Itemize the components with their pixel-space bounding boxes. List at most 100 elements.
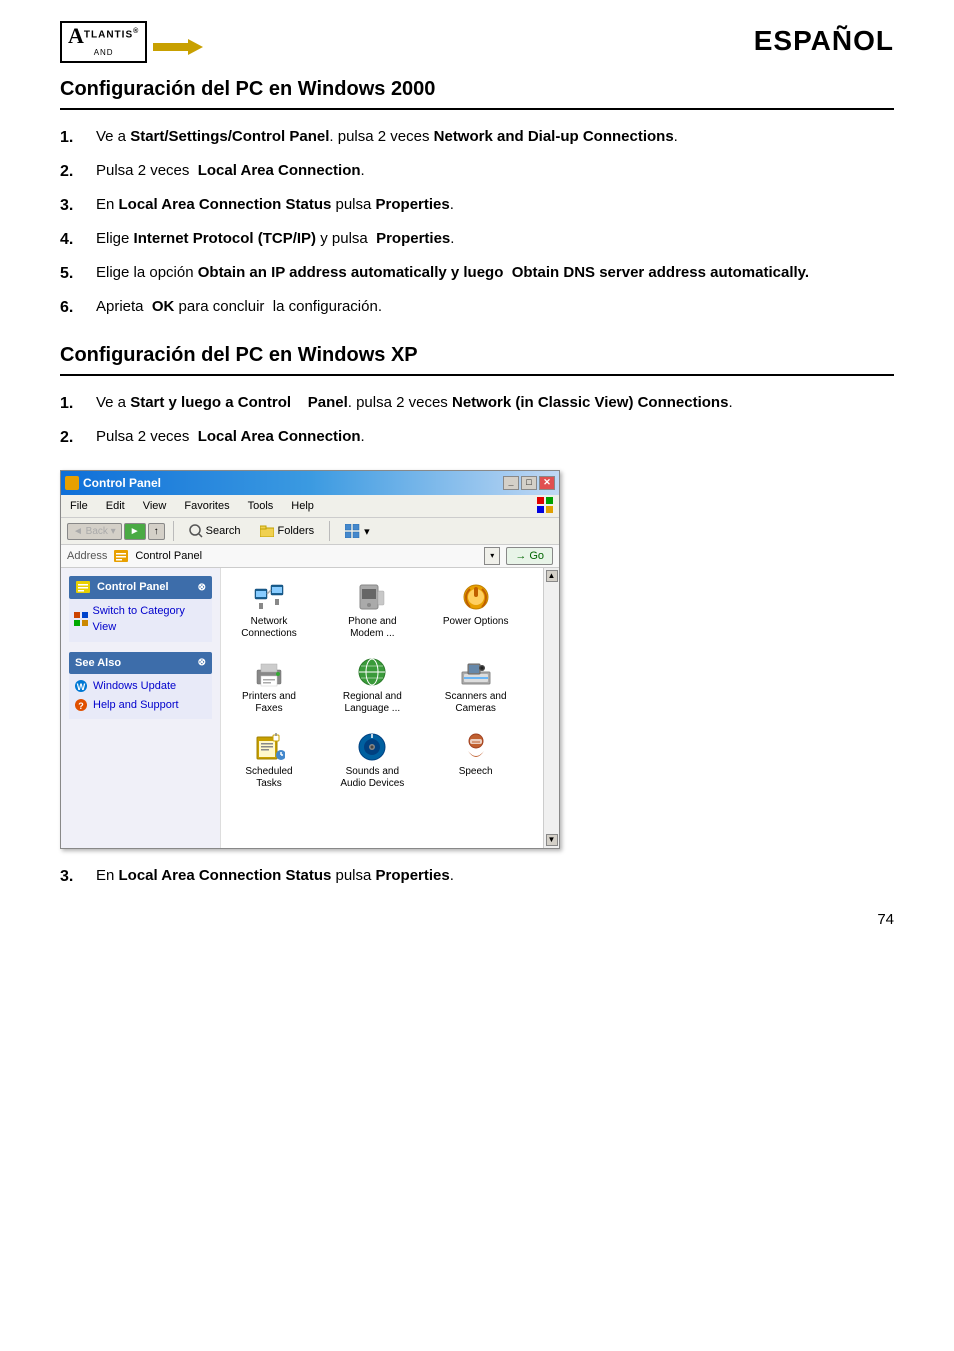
logo-area: A TLANTIS® AND: [60, 20, 203, 64]
power-options-icon[interactable]: Power Options: [436, 576, 516, 645]
sidebar-cp-title: Control Panel: [75, 579, 169, 596]
windows-update-icon: W: [73, 678, 89, 694]
printers-faxes-icon[interactable]: Printers andFaxes: [229, 651, 309, 720]
sidebar-see-also-section: See Also ⊗ W Windows Update: [69, 652, 212, 720]
forward-button[interactable]: ►: [124, 523, 146, 540]
printer-svg: [253, 656, 285, 688]
windows-update-link[interactable]: W Windows Update: [73, 678, 208, 695]
go-button[interactable]: → Go: [506, 547, 553, 565]
sidebar-control-panel-section: Control Panel ⊗: [69, 576, 212, 642]
page-number: 74: [60, 909, 894, 932]
xp-step-1-text: Ve a Start y luego a Control Panel. puls…: [96, 392, 733, 415]
svg-text:W: W: [77, 682, 86, 692]
step-3: 3. En Local Area Connection Status pulsa…: [60, 194, 894, 218]
update-icon: W: [74, 679, 88, 693]
scheduled-tasks-icon[interactable]: ScheduledTasks: [229, 726, 309, 795]
logo-and: AND: [94, 47, 114, 59]
help-icon: ?: [74, 698, 88, 712]
search-button[interactable]: Search: [182, 521, 248, 541]
phone-modem-label: Phone andModem ...: [348, 616, 396, 640]
scroll-up-button[interactable]: ▲: [546, 570, 558, 582]
up-button[interactable]: ↑: [148, 523, 165, 540]
tasks-icon: [253, 731, 285, 763]
category-view-icon: [74, 612, 88, 626]
phone-modem-icon[interactable]: Phone andModem ...: [332, 576, 412, 645]
logo-box: A TLANTIS® AND: [60, 21, 147, 63]
logo-tlantis: TLANTIS®: [84, 28, 139, 40]
regional-icon: [356, 656, 388, 688]
network-connections-label: NetworkConnections: [241, 616, 297, 640]
see-also-collapse-btn[interactable]: ⊗: [198, 655, 206, 670]
window-title-text: Control Panel: [83, 474, 161, 492]
minimize-button[interactable]: _: [503, 476, 519, 490]
address-dropdown[interactable]: ▾: [484, 547, 500, 565]
winxp-steps-after-img: 3. En Local Area Connection Status pulsa…: [60, 865, 894, 889]
xp-step-3: 3. En Local Area Connection Status pulsa…: [60, 865, 894, 889]
step-1-num: 1.: [60, 126, 92, 150]
back-button[interactable]: ◄ Back ▾: [67, 523, 122, 540]
menu-tools[interactable]: Tools: [245, 497, 277, 516]
win2000-steps: 1. Ve a Start/Settings/Control Panel. pu…: [60, 126, 894, 320]
switch-view-icon: [73, 611, 89, 627]
switch-view-link[interactable]: Switch to Category View: [73, 603, 208, 636]
toolbar-separator: [173, 521, 174, 541]
sounds-audio-icon[interactable]: Sounds andAudio Devices: [332, 726, 412, 795]
control-panel-content: NetworkConnections Phone andModem ...: [221, 568, 543, 848]
folders-button[interactable]: Folders: [253, 522, 321, 540]
menu-file[interactable]: File: [67, 497, 91, 516]
switch-view-label: Switch to Category View: [93, 603, 208, 636]
scroll-down-button[interactable]: ▼: [546, 834, 558, 846]
toolbar-separator-2: [329, 521, 330, 541]
step-6-text: Aprieta OK para concluir la configuració…: [96, 296, 382, 319]
sidebar-collapse-btn[interactable]: ⊗: [198, 580, 206, 595]
scheduled-tasks-label: ScheduledTasks: [245, 766, 292, 790]
power-options-label: Power Options: [443, 616, 509, 628]
speech-img-icon: [460, 731, 492, 763]
step-2-num: 2.: [60, 160, 92, 184]
view-button[interactable]: ▾: [338, 521, 377, 541]
power-icon: [460, 581, 492, 613]
xp-step-3-num: 3.: [60, 865, 92, 889]
svg-text:?: ?: [78, 701, 84, 711]
scanners-cameras-icon[interactable]: Scanners andCameras: [436, 651, 516, 720]
speech-label: Speech: [459, 766, 493, 778]
espanol-label: ESPAÑOL: [754, 20, 894, 62]
step-1-text: Ve a Start/Settings/Control Panel. pulsa…: [96, 126, 678, 149]
menu-favorites[interactable]: Favorites: [181, 497, 232, 516]
sidebar-cp-icon: [75, 579, 91, 595]
speech-icon[interactable]: Speech: [436, 726, 516, 795]
sidebar-cp-header: Control Panel ⊗: [69, 576, 212, 599]
network-svg: [253, 581, 285, 613]
windows-flag-icon: [537, 497, 553, 513]
window-controls[interactable]: _ □ ✕: [503, 476, 555, 490]
window-body: Control Panel ⊗: [61, 568, 559, 848]
see-also-content: W Windows Update ? Help and Support: [69, 674, 212, 719]
menu-edit[interactable]: Edit: [103, 497, 128, 516]
section-win2000-title: Configuración del PC en Windows 2000: [60, 74, 894, 110]
regional-language-icon[interactable]: Regional andLanguage ...: [332, 651, 412, 720]
scrollbar[interactable]: ▲ ▼: [543, 568, 559, 848]
xp-step-2-num: 2.: [60, 426, 92, 450]
scanners-cameras-label: Scanners andCameras: [445, 691, 507, 715]
phone-svg: [356, 581, 388, 613]
regional-language-label: Regional andLanguage ...: [343, 691, 402, 715]
scanner-icon: [460, 656, 492, 688]
winxp-steps-before-img: 1. Ve a Start y luego a Control Panel. p…: [60, 392, 894, 450]
network-connections-icon[interactable]: NetworkConnections: [229, 576, 309, 645]
xp-step-1: 1. Ve a Start y luego a Control Panel. p…: [60, 392, 894, 416]
help-support-icon: ?: [73, 697, 89, 713]
step-5-text: Elige la opción Obtain an IP address aut…: [96, 262, 809, 285]
close-button[interactable]: ✕: [539, 476, 555, 490]
step-4-text: Elige Internet Protocol (TCP/IP) y pulsa…: [96, 228, 454, 251]
address-value: Control Panel: [135, 548, 202, 565]
help-support-link[interactable]: ? Help and Support: [73, 697, 208, 714]
step-2-text: Pulsa 2 veces Local Area Connection.: [96, 160, 365, 183]
step-3-text: En Local Area Connection Status pulsa Pr…: [96, 194, 454, 217]
maximize-button[interactable]: □: [521, 476, 537, 490]
window-title-icon: [65, 476, 79, 490]
go-arrow-icon: →: [515, 550, 526, 562]
help-support-label: Help and Support: [93, 697, 179, 714]
menu-help[interactable]: Help: [288, 497, 317, 516]
menu-view[interactable]: View: [140, 497, 170, 516]
sounds-icon: [356, 731, 388, 763]
